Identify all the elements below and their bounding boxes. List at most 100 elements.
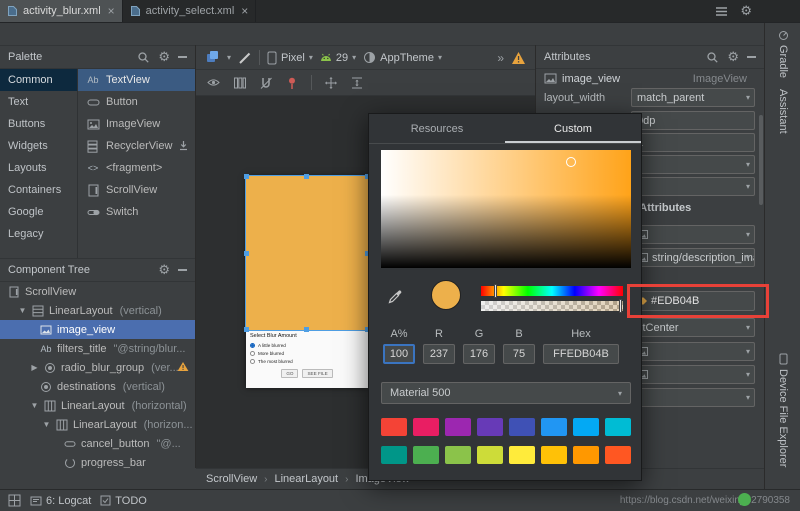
palette-category-google[interactable]: Google <box>0 201 77 223</box>
material-swatch[interactable] <box>381 446 407 464</box>
color-selector-handle[interactable] <box>566 157 576 167</box>
layout-weight-field[interactable]: 1 <box>631 133 755 152</box>
see-file-button-preview[interactable]: SEE FILE <box>302 369 332 378</box>
tool-tab-device-file-explorer[interactable]: Device File Explorer <box>765 353 800 467</box>
tab-list-icon[interactable] <box>715 6 728 17</box>
material-swatch[interactable] <box>413 446 439 464</box>
content-description-field[interactable]: string/description_image▾ <box>631 248 755 267</box>
radio-icon[interactable] <box>250 351 255 356</box>
palette-category-buttons[interactable]: Buttons <box>0 113 77 135</box>
scale-type-field[interactable]: fitCenter▾ <box>631 318 755 337</box>
theme-selector[interactable]: AppTheme ▾ <box>363 51 442 64</box>
tab-custom[interactable]: Custom <box>505 114 641 143</box>
palette-item-scrollview[interactable]: ScrollView <box>78 179 195 201</box>
tree-node-progress-bar[interactable]: progress_bar <box>0 453 195 468</box>
tree-node-cancel-button[interactable]: cancel_button "@... <box>0 434 195 453</box>
red-input[interactable] <box>423 344 455 364</box>
alpha-input[interactable] <box>383 344 415 364</box>
alpha-slider-handle[interactable] <box>619 299 622 313</box>
material-swatch[interactable] <box>477 446 503 464</box>
default-margins-pin-icon[interactable] <box>285 76 299 90</box>
go-button-preview[interactable]: GO <box>281 369 298 378</box>
hide-panel-icon[interactable] <box>178 56 187 58</box>
tree-node-radio-blur-group[interactable]: ▶ radio_blur_group (ver... <box>0 358 195 377</box>
search-icon[interactable] <box>706 51 719 64</box>
radio-selected-icon[interactable] <box>250 343 255 348</box>
search-icon[interactable] <box>137 51 150 64</box>
resize-handle[interactable] <box>244 174 249 179</box>
material-swatch[interactable] <box>573 418 599 436</box>
collapse-arrow-icon[interactable]: ▼ <box>30 401 39 410</box>
tool-tab-assistant[interactable]: Assistant <box>765 89 800 134</box>
attribute-dropdown-field[interactable]: ▾ <box>631 388 755 407</box>
pan-arrows-icon[interactable] <box>324 76 338 90</box>
tree-node-destinations[interactable]: destinations (vertical) <box>0 377 195 396</box>
tab-resources[interactable]: Resources <box>369 114 505 143</box>
attribute-dropdown-field[interactable]: ▾ <box>631 155 755 174</box>
material-swatch[interactable] <box>541 418 567 436</box>
image-view-preview[interactable] <box>246 176 368 330</box>
collapse-arrow-icon[interactable]: ▼ <box>18 306 27 315</box>
radio-option[interactable]: A little blurred <box>250 341 364 349</box>
eyedropper-icon[interactable] <box>387 288 404 305</box>
green-input[interactable] <box>463 344 495 364</box>
layout-width-field[interactable]: match_parent▾ <box>631 88 755 107</box>
design-surface-icon[interactable] <box>205 50 220 65</box>
material-swatch[interactable] <box>541 446 567 464</box>
attributes-scrollbar[interactable] <box>759 115 763 205</box>
attribute-image-field[interactable]: ▾ <box>631 342 755 361</box>
attribute-dropdown-field[interactable]: ▾ <box>631 177 755 196</box>
todo-toolwindow-button[interactable]: TODO <box>100 495 147 507</box>
material-swatch[interactable] <box>605 446 631 464</box>
radio-option[interactable]: More blurred <box>250 349 364 357</box>
tree-node-filters-title[interactable]: Ab filters_title "@string/blur... <box>0 339 195 358</box>
palette-category-containers[interactable]: Containers <box>0 179 77 201</box>
palette-item-imageview[interactable]: ImageView <box>78 113 195 135</box>
view-options-eye-icon[interactable] <box>206 75 221 90</box>
material-swatch[interactable] <box>573 446 599 464</box>
gear-icon[interactable]: ⚙ <box>727 49 739 65</box>
download-icon[interactable] <box>178 140 189 151</box>
tool-tab-gradle[interactable]: Gradle <box>765 30 800 78</box>
hue-slider[interactable] <box>481 286 623 296</box>
material-swatch[interactable] <box>413 418 439 436</box>
logcat-toolwindow-button[interactable]: 6: Logcat <box>30 495 91 507</box>
layout-height-field[interactable]: 0dp <box>631 111 755 130</box>
gear-icon[interactable]: ⚙ <box>158 49 170 65</box>
collapse-arrow-icon[interactable]: ▼ <box>42 420 51 429</box>
hide-panel-icon[interactable] <box>178 269 187 271</box>
more-toolbar-chevrons[interactable]: » <box>497 51 504 65</box>
palette-category-common[interactable]: Common <box>0 69 77 91</box>
breadcrumb-scrollview[interactable]: ScrollView <box>206 473 257 485</box>
hide-panel-icon[interactable] <box>747 56 756 58</box>
close-tab-icon[interactable]: × <box>108 5 115 17</box>
blueprint-toggle-icon[interactable] <box>238 51 252 65</box>
warning-icon[interactable] <box>511 51 526 65</box>
radio-option[interactable]: The most blurred <box>250 357 364 365</box>
tree-node-linearlayout-vertical[interactable]: ▼ LinearLayout (vertical) <box>0 301 195 320</box>
material-palette-select[interactable]: Material 500 ▾ <box>381 382 631 404</box>
editor-tab-activity-blur[interactable]: activity_blur.xml × <box>0 0 123 22</box>
blue-input[interactable] <box>503 344 535 364</box>
palette-category-layouts[interactable]: Layouts <box>0 157 77 179</box>
palette-item-textview[interactable]: Ab TextView <box>78 69 195 91</box>
tree-node-linearlayout-horizontal[interactable]: ▼ LinearLayout (horizontal) <box>0 396 195 415</box>
expand-arrow-icon[interactable]: ▶ <box>30 363 39 372</box>
radio-icon[interactable] <box>250 359 255 364</box>
alpha-slider[interactable] <box>481 301 623 311</box>
editor-settings-gear-icon[interactable]: ⚙ <box>740 3 752 19</box>
hex-input[interactable] <box>543 344 619 364</box>
close-tab-icon[interactable]: × <box>241 5 248 17</box>
hue-slider-handle[interactable] <box>494 284 497 298</box>
gear-icon[interactable]: ⚙ <box>158 262 170 278</box>
palette-item-button[interactable]: Button <box>78 91 195 113</box>
palette-item-recyclerview[interactable]: RecyclerView <box>78 135 195 157</box>
material-swatch[interactable] <box>381 418 407 436</box>
palette-category-widgets[interactable]: Widgets <box>0 135 77 157</box>
distribute-vertical-icon[interactable] <box>350 76 364 90</box>
resize-handle[interactable] <box>244 251 249 256</box>
attribute-image-field[interactable]: ▾ <box>631 225 755 244</box>
resize-handle[interactable] <box>304 174 309 179</box>
breadcrumb-linearlayout[interactable]: LinearLayout <box>275 473 339 485</box>
tool-window-switcher-icon[interactable] <box>8 494 21 507</box>
